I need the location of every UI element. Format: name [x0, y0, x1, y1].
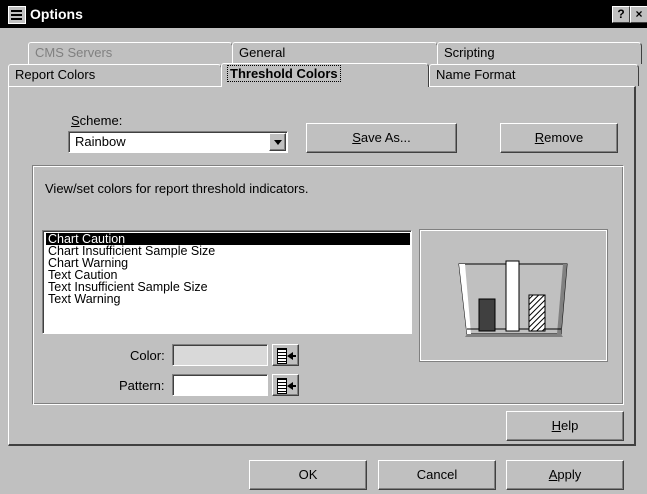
tab-threshold-colors[interactable]: Threshold Colors: [221, 63, 429, 87]
ok-button[interactable]: OK: [249, 460, 367, 490]
help-icon[interactable]: ?: [612, 6, 630, 23]
color-label: Color:: [130, 348, 165, 363]
tab-cms-servers: CMS Servers: [28, 42, 233, 64]
scheme-value: Rainbow: [75, 134, 126, 149]
color-picker-icon[interactable]: [272, 344, 299, 366]
scheme-label: Scheme:: [71, 113, 123, 128]
title-bar[interactable]: Options ? ×: [0, 0, 647, 28]
scheme-select[interactable]: Rainbow: [68, 131, 288, 153]
pattern-label: Pattern:: [119, 378, 165, 393]
help-button[interactable]: Help: [506, 411, 624, 441]
tab-name-format[interactable]: Name Format: [429, 64, 639, 86]
threshold-list[interactable]: Chart Caution Chart Insufficient Sample …: [42, 230, 412, 334]
apply-button[interactable]: Apply: [506, 460, 624, 490]
chart-preview-icon: [458, 260, 568, 337]
close-icon[interactable]: ×: [630, 6, 647, 23]
tab-general[interactable]: General: [232, 42, 438, 64]
options-window-icon[interactable]: [8, 6, 26, 24]
tab-scripting[interactable]: Scripting: [437, 42, 642, 64]
group-description: View/set colors for report threshold ind…: [45, 181, 309, 196]
cancel-button[interactable]: Cancel: [378, 460, 496, 490]
pattern-field: [172, 374, 268, 396]
color-field: [172, 344, 268, 366]
pattern-picker-icon[interactable]: [272, 374, 299, 396]
save-as-button[interactable]: Save As...: [306, 123, 457, 153]
tab-report-colors[interactable]: Report Colors: [8, 64, 222, 86]
window-title: Options: [30, 6, 83, 22]
threshold-preview: [419, 229, 608, 362]
list-item[interactable]: Text Warning: [46, 293, 410, 306]
chevron-down-icon[interactable]: [269, 133, 286, 151]
remove-button[interactable]: Remove: [500, 123, 618, 153]
